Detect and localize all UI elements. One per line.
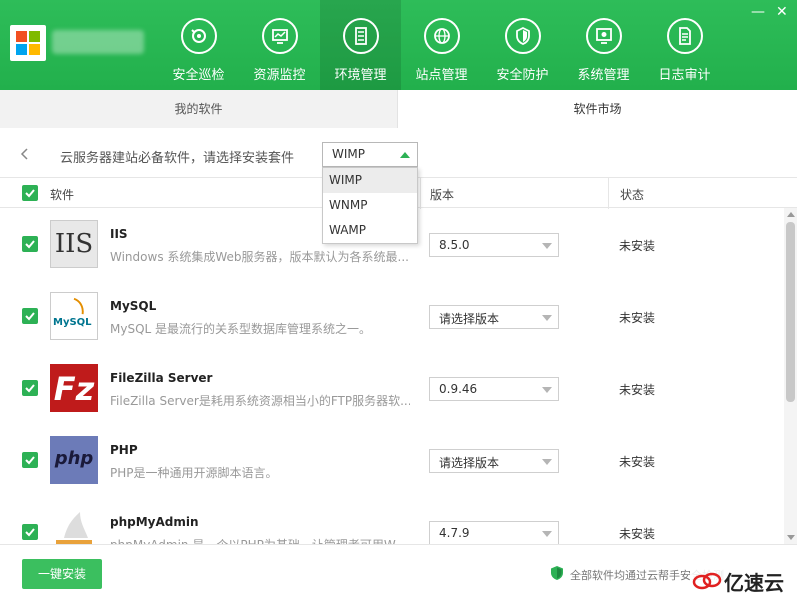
nav-label: 站点管理 xyxy=(415,68,468,83)
scroll-up-icon[interactable] xyxy=(787,212,795,217)
install-status: 未安装 xyxy=(619,455,656,469)
settings-monitor-icon xyxy=(585,18,622,54)
document-icon xyxy=(666,18,703,54)
install-status: 未安装 xyxy=(619,239,656,253)
suite-option-wamp[interactable]: WAMP xyxy=(323,218,417,243)
nav-label: 资源监控 xyxy=(253,68,306,83)
footer-bar: 一键安装 全部软件均通过云帮手安全检测 xyxy=(0,544,797,595)
nav-item-resource-monitor[interactable]: 资源监控 xyxy=(239,0,320,90)
nav-item-security-scan[interactable]: 安全巡检 xyxy=(158,0,239,90)
tab-my-software[interactable]: 我的软件 xyxy=(0,90,398,128)
vertical-scrollbar[interactable] xyxy=(784,208,797,544)
iis-logo-icon: IIS xyxy=(50,220,98,268)
software-name: phpMyAdmin xyxy=(110,515,199,529)
app-header: 安全巡检 资源监控 环境管理 站点管理 安全防护 系统管理 日志审计 — ✕ xyxy=(0,0,797,90)
scroll-thumb[interactable] xyxy=(786,222,795,402)
row-checkbox[interactable] xyxy=(22,308,38,324)
filezilla-logo-icon: Fz xyxy=(50,364,98,412)
back-chevron-icon[interactable] xyxy=(18,146,32,162)
monitor-icon xyxy=(261,18,298,54)
suite-select[interactable]: WIMP xyxy=(322,142,418,167)
version-select[interactable]: 请选择版本 xyxy=(429,305,559,329)
caret-down-icon xyxy=(542,315,552,321)
suite-option-wimp[interactable]: WIMP xyxy=(323,168,417,193)
install-status: 未安装 xyxy=(619,527,656,541)
close-button[interactable]: ✕ xyxy=(776,4,788,20)
shield-icon xyxy=(504,18,541,54)
row-checkbox[interactable] xyxy=(22,380,38,396)
tab-bar: 我的软件 软件市场 xyxy=(0,90,797,128)
nav-label: 安全防护 xyxy=(496,68,549,83)
column-header-software: 软件 xyxy=(50,188,75,202)
main-nav: 安全巡检 资源监控 环境管理 站点管理 安全防护 系统管理 日志审计 xyxy=(158,0,725,90)
caret-down-icon xyxy=(542,459,552,465)
table-row: php PHP PHP是一种通用开源脚本语言。 请选择版本 未安装 xyxy=(0,424,784,496)
software-name: PHP xyxy=(110,443,138,457)
tab-software-market[interactable]: 软件市场 xyxy=(398,90,797,128)
php-logo-icon: php xyxy=(50,436,98,484)
shield-check-icon xyxy=(550,565,564,581)
row-checkbox[interactable] xyxy=(22,524,38,540)
software-description: FileZilla Server是耗用系统资源相当小的FTP服务器软... xyxy=(110,394,410,408)
table-row: phpMyAdmin phpMyAdmin 是一个以PHP为基础，让管理者可用W… xyxy=(0,496,784,544)
column-header-version: 版本 xyxy=(430,188,455,202)
software-name: IIS xyxy=(110,227,128,241)
software-list: IIS IIS Windows 系统集成Web服务器，版本默认为各系统最... … xyxy=(0,208,784,544)
scan-icon xyxy=(180,18,217,54)
nav-label: 安全巡检 xyxy=(172,68,225,83)
one-click-install-button[interactable]: 一键安装 xyxy=(22,559,102,589)
suite-prompt-label: 云服务器建站必备软件，请选择安装套件 xyxy=(60,151,295,166)
nav-item-system-management[interactable]: 系统管理 xyxy=(563,0,644,90)
version-select[interactable]: 0.9.46 xyxy=(429,377,559,401)
suite-option-wnmp[interactable]: WNMP xyxy=(323,193,417,218)
software-description: phpMyAdmin 是一个以PHP为基础，让管理者可用W... xyxy=(110,536,410,544)
nav-item-site-management[interactable]: 站点管理 xyxy=(401,0,482,90)
server-icon xyxy=(342,18,379,54)
suite-select-value: WIMP xyxy=(332,147,365,161)
select-all-checkbox[interactable] xyxy=(22,185,38,201)
install-status: 未安装 xyxy=(619,383,656,397)
caret-down-icon xyxy=(542,243,552,249)
globe-icon xyxy=(423,18,460,54)
suite-dropdown-menu: WIMP WNMP WAMP xyxy=(322,167,418,244)
nav-label: 环境管理 xyxy=(334,68,387,83)
software-name: MySQL xyxy=(110,299,157,313)
version-select[interactable]: 4.7.9 xyxy=(429,521,559,544)
watermark: 亿速云 xyxy=(690,566,797,595)
caret-down-icon xyxy=(542,531,552,537)
row-checkbox[interactable] xyxy=(22,236,38,252)
software-description: MySQL 是最流行的关系型数据库管理系统之一。 xyxy=(110,322,372,336)
version-select[interactable]: 请选择版本 xyxy=(429,449,559,473)
software-description: PHP是一种通用开源脚本语言。 xyxy=(110,466,278,480)
version-select[interactable]: 8.5.0 xyxy=(429,233,559,257)
mysql-logo-icon: MySQL xyxy=(50,292,98,340)
row-checkbox[interactable] xyxy=(22,452,38,468)
table-row: Fz FileZilla Server FileZilla Server是耗用系… xyxy=(0,352,784,424)
scroll-down-icon[interactable] xyxy=(787,535,795,540)
column-header-status: 状态 xyxy=(620,188,645,202)
nav-item-environment[interactable]: 环境管理 xyxy=(320,0,401,90)
watermark-text: 亿速云 xyxy=(724,571,784,595)
blurred-server-name xyxy=(52,30,144,54)
caret-up-icon xyxy=(400,152,410,158)
nav-label: 日志审计 xyxy=(658,68,711,83)
nav-item-security-protection[interactable]: 安全防护 xyxy=(482,0,563,90)
nav-label: 系统管理 xyxy=(577,68,630,83)
software-name: FileZilla Server xyxy=(110,371,213,385)
table-row: MySQL MySQL MySQL 是最流行的关系型数据库管理系统之一。 请选择… xyxy=(0,280,784,352)
nav-item-log-audit[interactable]: 日志审计 xyxy=(644,0,725,90)
cloud-logo-icon xyxy=(692,572,722,590)
phpmyadmin-logo-icon xyxy=(50,508,98,544)
software-description: Windows 系统集成Web服务器，版本默认为各系统最... xyxy=(110,250,409,264)
install-status: 未安装 xyxy=(619,311,656,325)
minimize-button[interactable]: — xyxy=(751,4,765,20)
windows-logo-icon xyxy=(10,25,46,61)
caret-down-icon xyxy=(542,387,552,393)
